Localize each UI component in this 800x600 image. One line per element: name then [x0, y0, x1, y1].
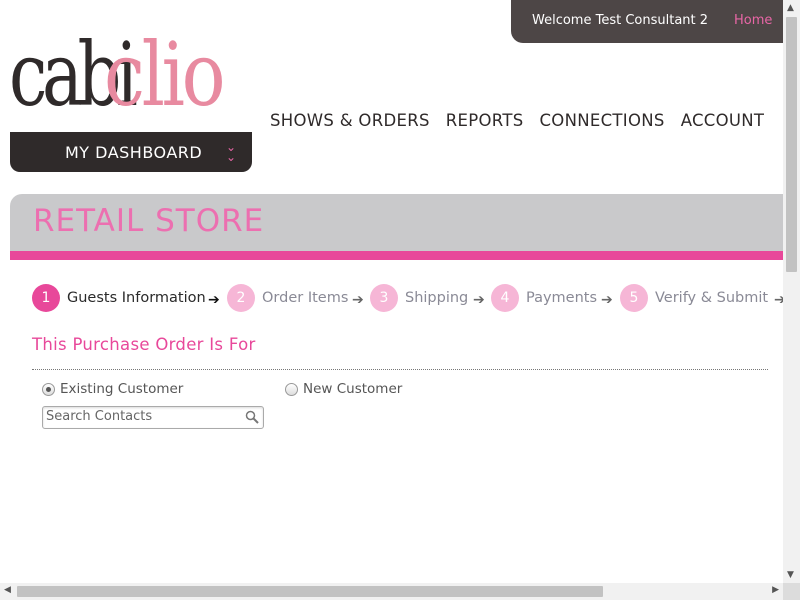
scroll-right-icon[interactable]: ▶: [772, 585, 779, 595]
double-chevron-down-icon: ⌄ ⌄: [226, 140, 237, 164]
step-guests-information[interactable]: 1 Guests Information: [32, 284, 206, 312]
search-icon[interactable]: [245, 410, 259, 424]
step-number: 4: [491, 284, 519, 312]
welcome-bar: Welcome Test Consultant 2 Home: [511, 0, 786, 43]
step-label: Guests Information: [67, 290, 206, 306]
step-verify-submit[interactable]: 5 Verify & Submit: [620, 284, 768, 312]
content-panel: RETAIL STORE 1 Guests Information ➔ 2 Or…: [10, 194, 786, 586]
vertical-scrollbar[interactable]: ▲ ▼: [783, 0, 800, 583]
arrow-right-icon: ➔: [601, 292, 613, 308]
page-header: RETAIL STORE: [10, 194, 783, 251]
section-title: This Purchase Order Is For: [32, 335, 256, 354]
arrow-right-icon: ➔: [352, 292, 364, 308]
step-payments[interactable]: 4 Payments: [491, 284, 597, 312]
arrow-right-icon: ➔: [473, 292, 485, 308]
nav-shows-orders[interactable]: SHOWS & ORDERS: [270, 111, 430, 130]
step-shipping[interactable]: 3 Shipping: [370, 284, 468, 312]
arrow-right-icon: ➔: [208, 292, 220, 308]
home-link[interactable]: Home: [734, 13, 772, 28]
horizontal-scroll-thumb[interactable]: [17, 586, 603, 597]
horizontal-scrollbar[interactable]: ◀ ▶: [0, 583, 783, 600]
radio-new-label: New Customer: [303, 381, 403, 397]
search-contacts-box: [42, 406, 264, 429]
radio-new-customer[interactable]: New Customer: [285, 381, 402, 397]
search-contacts-input[interactable]: [46, 408, 241, 425]
step-order-items[interactable]: 2 Order Items: [227, 284, 348, 312]
radio-existing-customer[interactable]: Existing Customer: [42, 381, 183, 397]
step-label: Payments: [526, 290, 598, 306]
main-nav: SHOWS & ORDERS REPORTS CONNECTIONS ACCOU…: [270, 111, 780, 130]
scrollbar-corner: [783, 583, 800, 600]
step-label: Verify & Submit: [655, 290, 769, 306]
step-number: 3: [370, 284, 398, 312]
step-number: 1: [32, 284, 60, 312]
header-divider: [10, 251, 783, 260]
my-dashboard-button[interactable]: MY DASHBOARD ⌄ ⌄: [10, 132, 252, 172]
nav-account[interactable]: ACCOUNT: [681, 111, 765, 130]
scroll-down-icon[interactable]: ▼: [787, 570, 794, 580]
page-title: RETAIL STORE: [33, 203, 265, 239]
section-divider: [32, 369, 768, 370]
vertical-scroll-thumb[interactable]: [786, 17, 797, 272]
radio-existing-label: Existing Customer: [60, 381, 184, 397]
radio-button[interactable]: [285, 382, 298, 396]
radio-button-checked[interactable]: [42, 382, 55, 396]
step-label: Shipping: [405, 290, 469, 306]
scroll-left-icon[interactable]: ◀: [4, 585, 11, 595]
step-number: 5: [620, 284, 648, 312]
logo-clio-text: clio: [104, 23, 226, 126]
nav-reports[interactable]: REPORTS: [446, 111, 524, 130]
step-number: 2: [227, 284, 255, 312]
my-dashboard-label: MY DASHBOARD: [65, 143, 203, 162]
logo[interactable]: cabi clio: [9, 24, 259, 132]
welcome-text: Welcome Test Consultant 2: [532, 13, 709, 28]
nav-connections[interactable]: CONNECTIONS: [539, 111, 664, 130]
step-label: Order Items: [262, 290, 349, 306]
scroll-up-icon[interactable]: ▲: [787, 3, 794, 13]
